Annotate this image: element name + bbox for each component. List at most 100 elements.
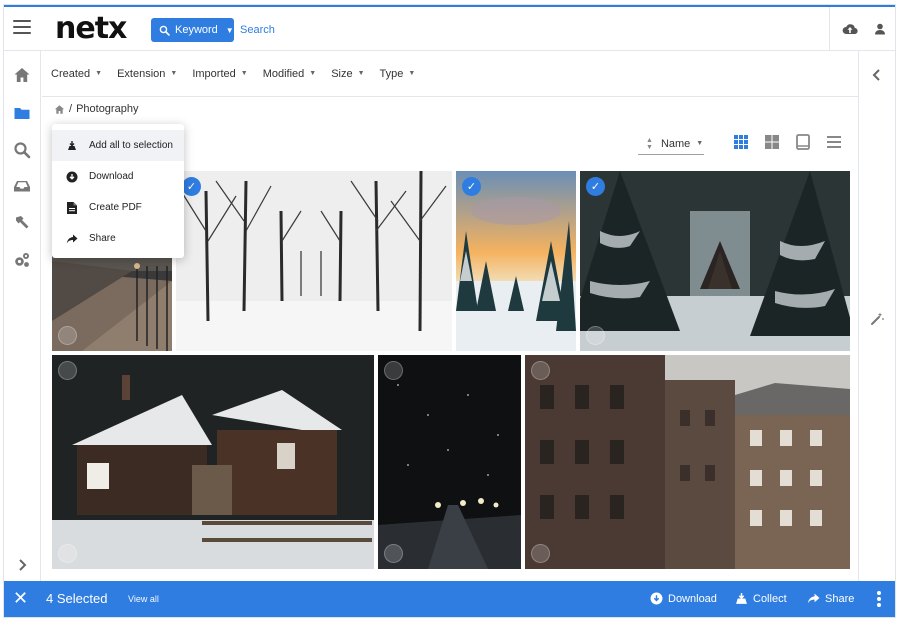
close-icon[interactable]: ✕ xyxy=(13,589,29,607)
select-checkbox-secondary[interactable] xyxy=(586,326,605,345)
sort-order-icon: ▲ ▼ xyxy=(646,136,653,151)
breadcrumb: / Photography xyxy=(54,100,138,118)
left-nav xyxy=(4,51,41,581)
collect-icon xyxy=(736,593,747,604)
selected-check-icon[interactable]: ✓ xyxy=(586,177,605,196)
asset-tile-night-snowfall-road[interactable] xyxy=(378,355,521,569)
filter-created[interactable]: Created ▼ xyxy=(51,68,102,80)
share-icon xyxy=(66,233,78,245)
collect-selection-button[interactable]: Collect xyxy=(735,592,787,605)
asset-thumbnail xyxy=(580,171,850,351)
header-divider xyxy=(829,7,830,51)
filter-extension[interactable]: Extension ▼ xyxy=(117,68,177,80)
download-icon xyxy=(650,592,663,605)
logo[interactable]: netx xyxy=(55,11,127,46)
action-label: Collect xyxy=(753,592,787,605)
caret-down-icon: ▼ xyxy=(357,70,365,77)
asset-tile-winter-sunset-forest[interactable]: ✓ xyxy=(456,171,576,351)
tablet-view-icon[interactable] xyxy=(795,134,811,150)
filter-label: Size xyxy=(331,67,353,80)
caret-down-icon: ▼ xyxy=(240,70,248,77)
selected-check-icon[interactable]: ✓ xyxy=(182,177,201,196)
caret-down-icon: ▼ xyxy=(170,70,178,77)
filter-label: Extension xyxy=(117,67,166,80)
filter-label: Modified xyxy=(262,67,305,80)
select-checkbox[interactable] xyxy=(58,361,77,380)
cloud-upload-icon[interactable] xyxy=(842,21,858,37)
search-mode-button[interactable]: Keyword ▼ xyxy=(151,18,234,42)
filter-label: Imported xyxy=(192,67,236,80)
caret-down-icon: ▼ xyxy=(95,70,103,77)
search-input[interactable] xyxy=(240,18,800,42)
folder-icon[interactable] xyxy=(13,104,31,122)
select-checkbox-secondary[interactable] xyxy=(58,544,77,563)
breadcrumb-folder[interactable]: Photography xyxy=(76,103,138,115)
selection-bar: ✕ 4 Selected View all Download Collect S… xyxy=(4,581,895,617)
home-icon[interactable] xyxy=(13,66,31,84)
asset-thumbnail xyxy=(456,171,576,351)
menu-item-label: Create PDF xyxy=(89,202,142,213)
search-mode-label: Keyword xyxy=(175,24,218,36)
menu-item-label: Download xyxy=(89,171,134,182)
menu-item-label: Add all to selection xyxy=(89,140,173,151)
header: netx Keyword ▼ xyxy=(4,7,895,51)
hammer-icon[interactable] xyxy=(13,214,31,232)
app-window: netx Keyword ▼ Created ▼ Extension ▼ Impor… xyxy=(3,4,896,618)
list-view-icon[interactable] xyxy=(826,134,842,150)
more-options-icon[interactable] xyxy=(877,591,881,609)
asset-thumbnail xyxy=(378,355,521,569)
select-checkbox[interactable] xyxy=(531,361,550,380)
inbox-icon[interactable] xyxy=(13,177,31,195)
add-selection-icon xyxy=(66,140,78,152)
tile-view-icon[interactable] xyxy=(764,134,780,150)
filter-type[interactable]: Type ▼ xyxy=(380,68,416,80)
menu-item-share[interactable]: Share xyxy=(52,223,184,254)
caret-down-icon: ▼ xyxy=(696,140,704,147)
search-icon xyxy=(159,25,170,36)
caret-down-icon: ▼ xyxy=(309,70,317,77)
asset-thumbnail xyxy=(176,171,452,351)
settings-icon[interactable] xyxy=(13,251,31,269)
select-checkbox[interactable] xyxy=(58,326,77,345)
menu-item-create-pdf[interactable]: Create PDF xyxy=(52,192,184,223)
caret-down-icon: ▼ xyxy=(408,70,416,77)
action-label: Share xyxy=(825,592,855,605)
share-selection-button[interactable]: Share xyxy=(807,592,854,605)
menu-item-download[interactable]: Download xyxy=(52,161,184,192)
filter-size[interactable]: Size ▼ xyxy=(331,68,364,80)
select-checkbox-secondary[interactable] xyxy=(384,544,403,563)
home-icon[interactable] xyxy=(54,104,65,115)
asset-tile-cabin-in-snowy-pines[interactable]: ✓ xyxy=(580,171,850,351)
selection-count: 4 Selected xyxy=(46,591,108,606)
sort-dropdown[interactable]: ▲ ▼ Name ▼ xyxy=(638,133,704,155)
filter-label: Type xyxy=(379,67,404,80)
asset-tile-snowy-tree-alley[interactable]: ✓ xyxy=(176,171,452,351)
selected-check-icon[interactable]: ✓ xyxy=(462,177,481,196)
filter-modified[interactable]: Modified ▼ xyxy=(263,68,317,80)
action-label: Download xyxy=(668,592,717,605)
user-icon[interactable] xyxy=(872,21,888,37)
asset-tile-old-apartment-buildings[interactable] xyxy=(525,355,850,569)
magic-wand-icon[interactable] xyxy=(869,311,885,327)
select-checkbox-secondary[interactable] xyxy=(531,544,550,563)
select-checkbox[interactable] xyxy=(384,361,403,380)
filter-bar: Created ▼ Extension ▼ Imported ▼ Modified ▼ … xyxy=(42,51,859,97)
caret-down-icon: ▼ xyxy=(225,25,234,35)
chevron-right-icon[interactable] xyxy=(13,556,31,574)
chevron-left-icon[interactable] xyxy=(869,67,885,83)
asset-thumbnail xyxy=(52,355,374,569)
share-icon xyxy=(807,593,820,604)
filter-imported[interactable]: Imported ▼ xyxy=(192,68,247,80)
sort-label: Name xyxy=(660,137,691,150)
grid-view-icon[interactable] xyxy=(733,134,749,150)
menu-icon[interactable] xyxy=(13,20,31,36)
search-icon[interactable] xyxy=(13,141,31,159)
context-menu: Add all to selection Download Create PDF… xyxy=(52,124,184,258)
download-selection-button[interactable]: Download xyxy=(650,592,717,605)
download-icon xyxy=(66,171,78,183)
breadcrumb-separator: / xyxy=(69,103,73,115)
view-all-link[interactable]: View all xyxy=(128,594,159,604)
menu-item-add-all-to-selection[interactable]: Add all to selection xyxy=(52,130,184,161)
filter-label: Created xyxy=(51,67,91,80)
asset-tile-snowy-wooden-cabin[interactable] xyxy=(52,355,374,569)
